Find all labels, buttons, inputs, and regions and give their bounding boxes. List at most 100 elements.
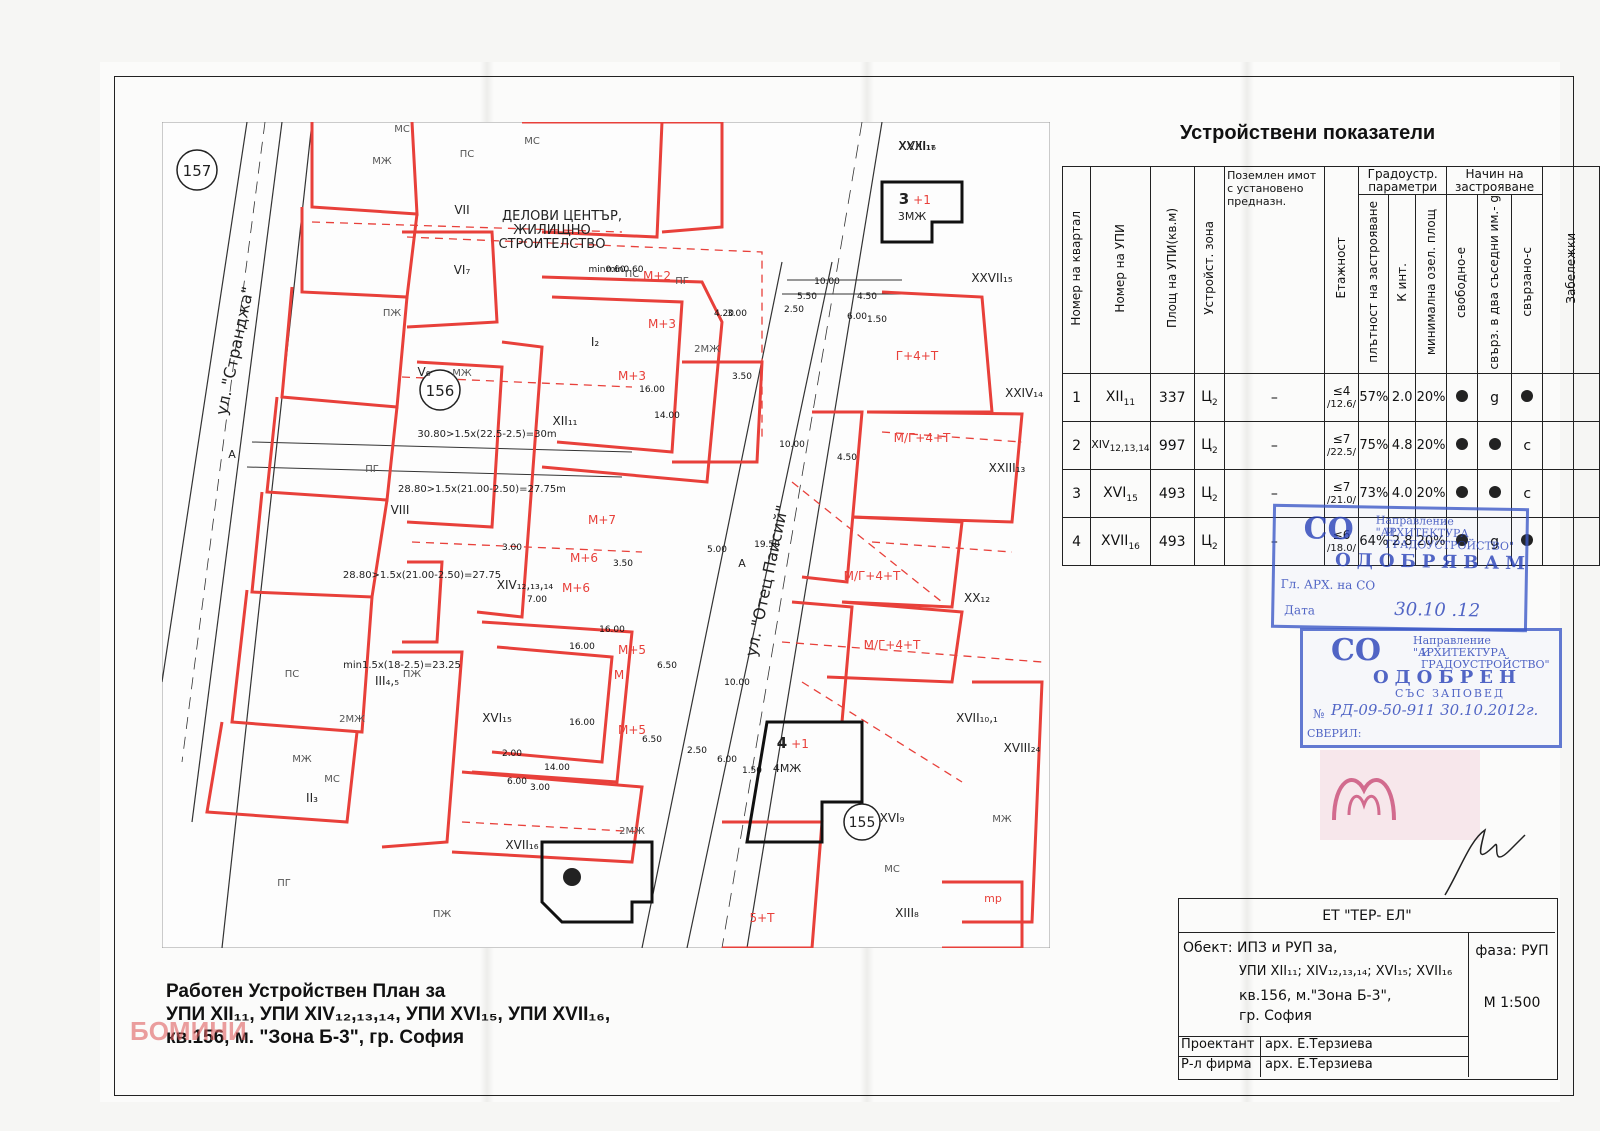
box4-number: 4 (777, 734, 787, 752)
box4-label: 4МЖ (773, 762, 801, 775)
quarter-157: 157 (183, 162, 212, 180)
dimension-label: 3.50 (613, 559, 633, 569)
approved-stamp: СО Направление "АРХИТЕКТУРА И ГРАДОУСТРО… (1300, 628, 1562, 748)
box3-plus: +1 (913, 193, 931, 207)
height-label: М+3 (618, 369, 646, 383)
map-symbol: МЖ (452, 368, 472, 379)
map-symbol: ПС (625, 269, 640, 280)
upi-number: XVII (1101, 532, 1129, 549)
zone: Ц (1201, 436, 1213, 453)
cell-notes (1542, 469, 1600, 519)
plot-label: XVII₁₆ (505, 838, 538, 852)
box3-number: 3 (899, 190, 909, 208)
cell-notes (1542, 373, 1600, 423)
map-symbol: МС (394, 124, 410, 135)
upi-sub: 15 (1126, 493, 1138, 504)
section-mark-right: А (738, 557, 746, 570)
upi-sub: 12,13,14 (1109, 444, 1150, 455)
cell-kint: 2.0 (1388, 373, 1417, 423)
header-area: Площ на УПИ(кв.м) (1164, 208, 1179, 329)
height-label: М+6 (570, 551, 598, 565)
map-symbol: ПГ (277, 878, 291, 889)
zone-sub: 2 (1212, 541, 1218, 552)
dimension-label: 14.00 (544, 763, 570, 773)
firm-label: Р-л фирма (1179, 1057, 1261, 1077)
dimension-label: 3.50 (732, 372, 752, 382)
zone: Ц (1201, 484, 1213, 501)
height-label: М+3 (648, 317, 676, 331)
header-grado: Градоустр. параметри (1358, 166, 1447, 195)
cell-kint: 4.8 (1388, 421, 1417, 471)
height-label: 5+Т (749, 911, 775, 925)
cell-n: 3 (1061, 469, 1092, 519)
upi-number: XII (1105, 388, 1124, 405)
designer-label: Проектант (1179, 1037, 1261, 1057)
cell-upi: XVII16 (1090, 517, 1151, 567)
height-label: М+5 (618, 643, 646, 657)
height-label: М+7 (588, 513, 616, 527)
filled-dot-icon (1521, 389, 1534, 402)
zone-sub: 2 (1212, 445, 1218, 456)
dimension-label: 16.00 (599, 625, 625, 635)
map-symbol: ПС (285, 669, 300, 680)
cell-dens: 75% (1358, 421, 1390, 471)
cell-n: 4 (1061, 517, 1092, 567)
stamp2-sub: СЪС ЗАПОВЕД (1395, 687, 1505, 700)
cell-area: 493 (1149, 517, 1195, 567)
cell-c3: c (1511, 421, 1544, 471)
formula-3: 28.80>1.5x(21.00-2.50)=27.75 (343, 570, 501, 581)
cell-dens: 57% (1358, 373, 1390, 423)
cell-zone: Ц2 (1193, 373, 1226, 423)
header-green: минимална озел. площ (1423, 209, 1438, 356)
header-upi: Номер на УПИ (1112, 223, 1127, 313)
plot-label: XVI₉ (880, 811, 905, 825)
stamp1-date: Дата (1284, 602, 1316, 618)
header-zone: Устройст. зона (1201, 221, 1216, 316)
phase: фаза: РУП (1475, 943, 1549, 959)
plot-label: XVII₁₀,₁ (956, 711, 998, 725)
stamp1-arch: Гл. АРХ. на СО (1280, 576, 1376, 593)
map-symbol: 2МЖ (619, 826, 645, 837)
dimension-label: 3.00 (502, 543, 522, 553)
seal-emblem-icon (1332, 778, 1396, 821)
plot-label: VI₇ (454, 263, 471, 277)
quarter-155: 155 (849, 815, 876, 831)
header-paired: свърз. в два съседни им.- g (1487, 195, 1502, 370)
indicator-row: 1 XII11 337 Ц2– ≤4/12.6/57% 2.0 20% g (1061, 373, 1600, 423)
height: /12.6/ (1327, 398, 1357, 410)
header-free: свободно-е (1454, 246, 1469, 318)
dimension-label: 6.00 (507, 777, 527, 787)
plot-label: XVI₁₅ (482, 711, 512, 725)
dimension-label: 2.50 (687, 746, 707, 756)
cell-c3 (1511, 373, 1544, 423)
cell-floors: ≤4/12.6/ (1323, 373, 1360, 423)
plot-label: VIII (391, 503, 410, 517)
formula-2: 28.80>1.5x(21.00-2.50)=27.75m (398, 484, 566, 495)
height-label: М+6 (562, 581, 590, 595)
plot-label: III₄,₅ (375, 674, 399, 688)
dimension-label: 10.00 (724, 678, 750, 688)
stamp2-big: ОДОБРЕН (1373, 667, 1523, 688)
cell-c1 (1445, 373, 1478, 423)
cell-upi: XIV12,13,14 (1090, 421, 1151, 471)
plot-label: XXIV₁₄ (1005, 386, 1043, 400)
dimension-label: 16.00 (569, 718, 595, 728)
filled-dot-icon (1455, 485, 1468, 498)
dimension-label: 6.00 (717, 755, 737, 765)
map-symbol: ПС (460, 149, 475, 160)
header-notes: Забележки (1563, 232, 1578, 304)
firm-manager: арх. Е.Терзиева (1261, 1057, 1469, 1077)
floors: ≤7 (1332, 431, 1351, 446)
stamp1-handwriting: 30.10 .12 (1394, 598, 1481, 622)
dimension-label: 1.50 (742, 766, 762, 776)
dimension-label: 6.50 (642, 735, 662, 745)
height: /22.5/ (1327, 446, 1357, 458)
height-label: М+2 (643, 269, 671, 283)
cell-notes (1542, 421, 1600, 471)
header-linked: свързано-с (1519, 247, 1534, 318)
height-label: М/Г+4+Т (864, 638, 921, 652)
cell-n: 2 (1061, 421, 1092, 471)
dimension-label: 4.50 (837, 453, 857, 463)
upi-number: XIV (1091, 437, 1110, 451)
section-mark-left: А (228, 448, 236, 461)
